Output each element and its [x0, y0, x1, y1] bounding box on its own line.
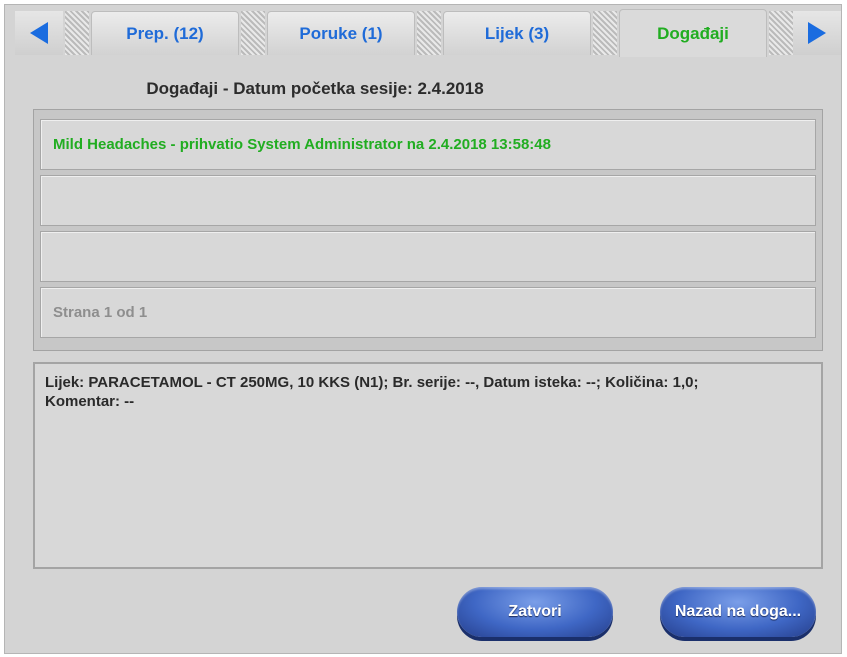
events-list: Mild Headaches - prihvatio System Admini… — [33, 109, 823, 351]
prev-tab-button[interactable] — [15, 11, 63, 55]
tab-separator — [65, 11, 89, 55]
tab-separator — [241, 11, 265, 55]
list-item[interactable]: Mild Headaches - prihvatio System Admini… — [40, 119, 816, 170]
list-item-empty[interactable] — [40, 175, 816, 226]
tab-poruke[interactable]: Poruke (1) — [267, 11, 415, 55]
tab-separator — [417, 11, 441, 55]
tab-separator — [593, 11, 617, 55]
pager-label: Strana 1 od 1 — [40, 287, 816, 338]
arrow-right-icon — [808, 22, 826, 44]
tab-separator — [769, 11, 793, 55]
detail-comment-line: Komentar: -- — [45, 393, 135, 410]
tab-dogadaji[interactable]: Događaji — [619, 9, 767, 57]
next-tab-button[interactable] — [793, 11, 841, 55]
detail-medication-line: Lijek: PARACETAMOL - CT 250MG, 10 KKS (N… — [45, 374, 699, 391]
close-button[interactable]: Zatvori — [457, 587, 613, 637]
page-title: Događaji - Datum početka sesije: 2.4.201… — [146, 79, 484, 98]
tab-lijek[interactable]: Lijek (3) — [443, 11, 591, 55]
window-frame: Prep. (12) Poruke (1) Lijek (3) Događaji… — [4, 4, 842, 654]
arrow-left-icon — [30, 22, 48, 44]
tab-bar: Prep. (12) Poruke (1) Lijek (3) Događaji — [5, 5, 843, 57]
tab-prep[interactable]: Prep. (12) — [91, 11, 239, 55]
event-detail-panel: Lijek: PARACETAMOL - CT 250MG, 10 KKS (N… — [33, 362, 823, 569]
back-to-events-button[interactable]: Nazad na doga... — [660, 587, 816, 637]
list-item-empty[interactable] — [40, 231, 816, 282]
